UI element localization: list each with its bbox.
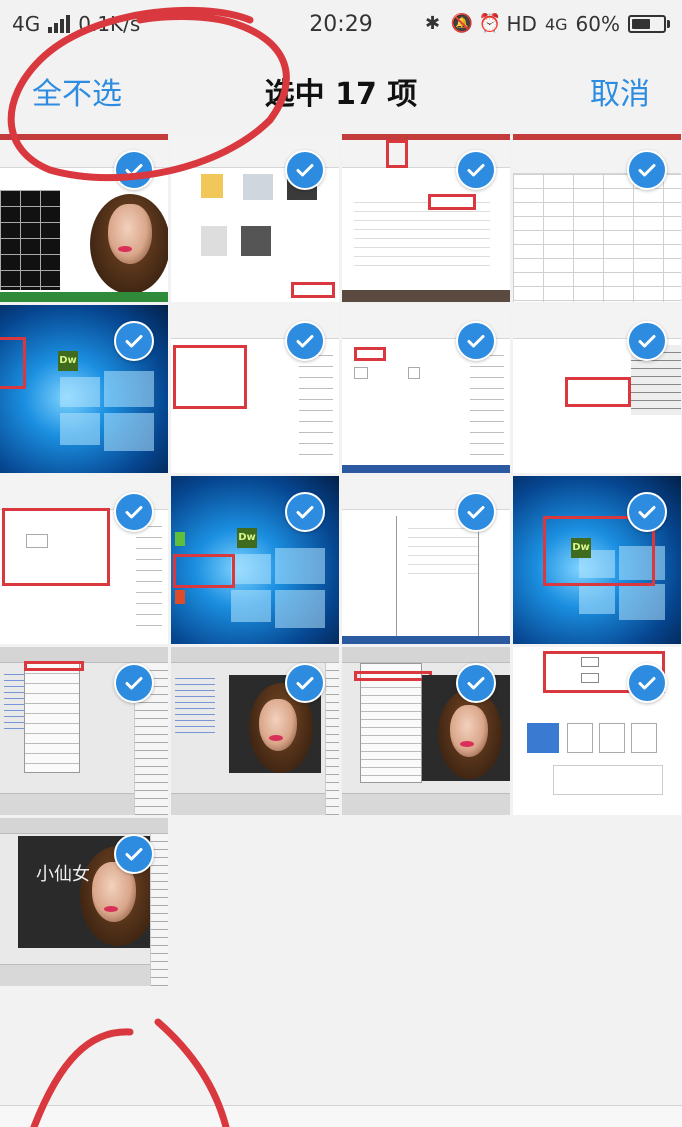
checkmark-icon[interactable] <box>285 150 325 190</box>
status-left: 4G 0.1K/s <box>12 12 140 36</box>
checkmark-icon[interactable] <box>456 321 496 361</box>
thumbnail[interactable] <box>342 647 510 815</box>
thumbnail[interactable] <box>513 305 681 473</box>
checkmark-icon[interactable] <box>456 150 496 190</box>
battery-icon <box>628 15 670 33</box>
status-right: ✱ 🔕 ⏰ HD 4G 60% <box>423 12 670 36</box>
thumbnail[interactable] <box>171 134 339 302</box>
thumbnail[interactable] <box>342 134 510 302</box>
checkmark-icon[interactable] <box>114 834 154 874</box>
thumbnail[interactable] <box>342 476 510 644</box>
bluetooth-icon: ✱ <box>424 13 441 34</box>
thumbnail[interactable]: Dw <box>513 476 681 644</box>
action-bar: 全不选 选中 17 项 取消 <box>0 48 682 134</box>
thumbnail[interactable] <box>513 134 681 302</box>
checkmark-icon[interactable] <box>285 492 325 532</box>
thumbnail[interactable]: Dw <box>171 476 339 644</box>
checkmark-icon[interactable] <box>285 663 325 703</box>
checkmark-icon[interactable] <box>627 663 667 703</box>
thumbnail[interactable] <box>171 647 339 815</box>
dreamweaver-icon: Dw <box>58 351 78 371</box>
thumbnail[interactable] <box>0 647 168 815</box>
checkmark-icon[interactable] <box>456 663 496 703</box>
thumbnail[interactable] <box>513 647 681 815</box>
alarm-icon: ⏰ <box>478 13 501 34</box>
thumbnail[interactable] <box>0 134 168 302</box>
photo-caption: 小仙女 <box>36 864 90 885</box>
select-none-button[interactable]: 全不选 <box>32 69 122 113</box>
checkmark-icon[interactable] <box>627 150 667 190</box>
network-type: 4G <box>12 12 41 36</box>
network-speed: 0.1K/s <box>78 12 141 36</box>
network-type-right: 4G <box>544 14 568 34</box>
checkmark-icon[interactable] <box>114 492 154 532</box>
checkmark-icon[interactable] <box>114 663 154 703</box>
battery-percent: 60% <box>575 12 620 36</box>
hd-label: HD <box>506 12 537 36</box>
signal-icon <box>48 15 71 33</box>
thumbnail[interactable]: 小仙女 <box>0 818 168 986</box>
dreamweaver-icon: Dw <box>237 528 257 548</box>
thumbnail[interactable] <box>171 305 339 473</box>
checkmark-icon[interactable] <box>285 321 325 361</box>
checkmark-icon[interactable] <box>114 321 154 361</box>
photo-grid: Dw Dw Dw 小仙女 <box>0 134 682 986</box>
status-bar: 4G 0.1K/s 20:29 ✱ 🔕 ⏰ HD 4G 60% <box>0 0 682 48</box>
thumbnail[interactable] <box>342 305 510 473</box>
mute-bell-icon: 🔕 <box>450 13 473 34</box>
thumbnail[interactable] <box>0 476 168 644</box>
thumbnail[interactable]: Dw <box>0 305 168 473</box>
bottom-toolbar <box>0 1105 682 1127</box>
checkmark-icon[interactable] <box>456 492 496 532</box>
checkmark-icon[interactable] <box>627 321 667 361</box>
cancel-button[interactable]: 取消 <box>590 69 650 113</box>
checkmark-icon[interactable] <box>627 492 667 532</box>
checkmark-icon[interactable] <box>114 150 154 190</box>
